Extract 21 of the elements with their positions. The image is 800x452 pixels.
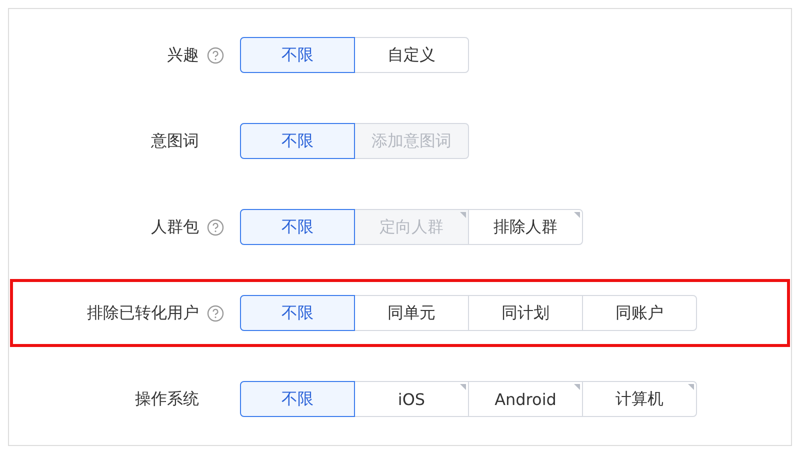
option-button[interactable]: 计算机	[582, 381, 697, 417]
option-button[interactable]: 同账户	[582, 295, 697, 331]
field-label: 排除已转化用户	[87, 302, 199, 324]
field-label: 兴趣	[167, 44, 199, 66]
help-icon[interactable]	[207, 218, 224, 236]
option-button[interactable]: 不限	[240, 37, 355, 73]
option-button[interactable]: 不限	[240, 209, 355, 245]
field-label: 操作系统	[135, 388, 199, 410]
option-button[interactable]: 自定义	[354, 37, 469, 73]
option-button[interactable]: 同计划	[468, 295, 583, 331]
option-button[interactable]: iOS	[354, 381, 469, 417]
option-button[interactable]: 同单元	[354, 295, 469, 331]
option-button[interactable]: 不限	[240, 381, 355, 417]
field-label: 意图词	[151, 130, 199, 152]
option-button[interactable]: Android	[468, 381, 583, 417]
option-button[interactable]: 不限	[240, 295, 355, 331]
help-icon[interactable]	[207, 46, 224, 64]
help-icon[interactable]	[207, 304, 224, 322]
field-label: 人群包	[151, 216, 199, 238]
option-button[interactable]: 不限	[240, 123, 355, 159]
option-button[interactable]: 排除人群	[468, 209, 583, 245]
